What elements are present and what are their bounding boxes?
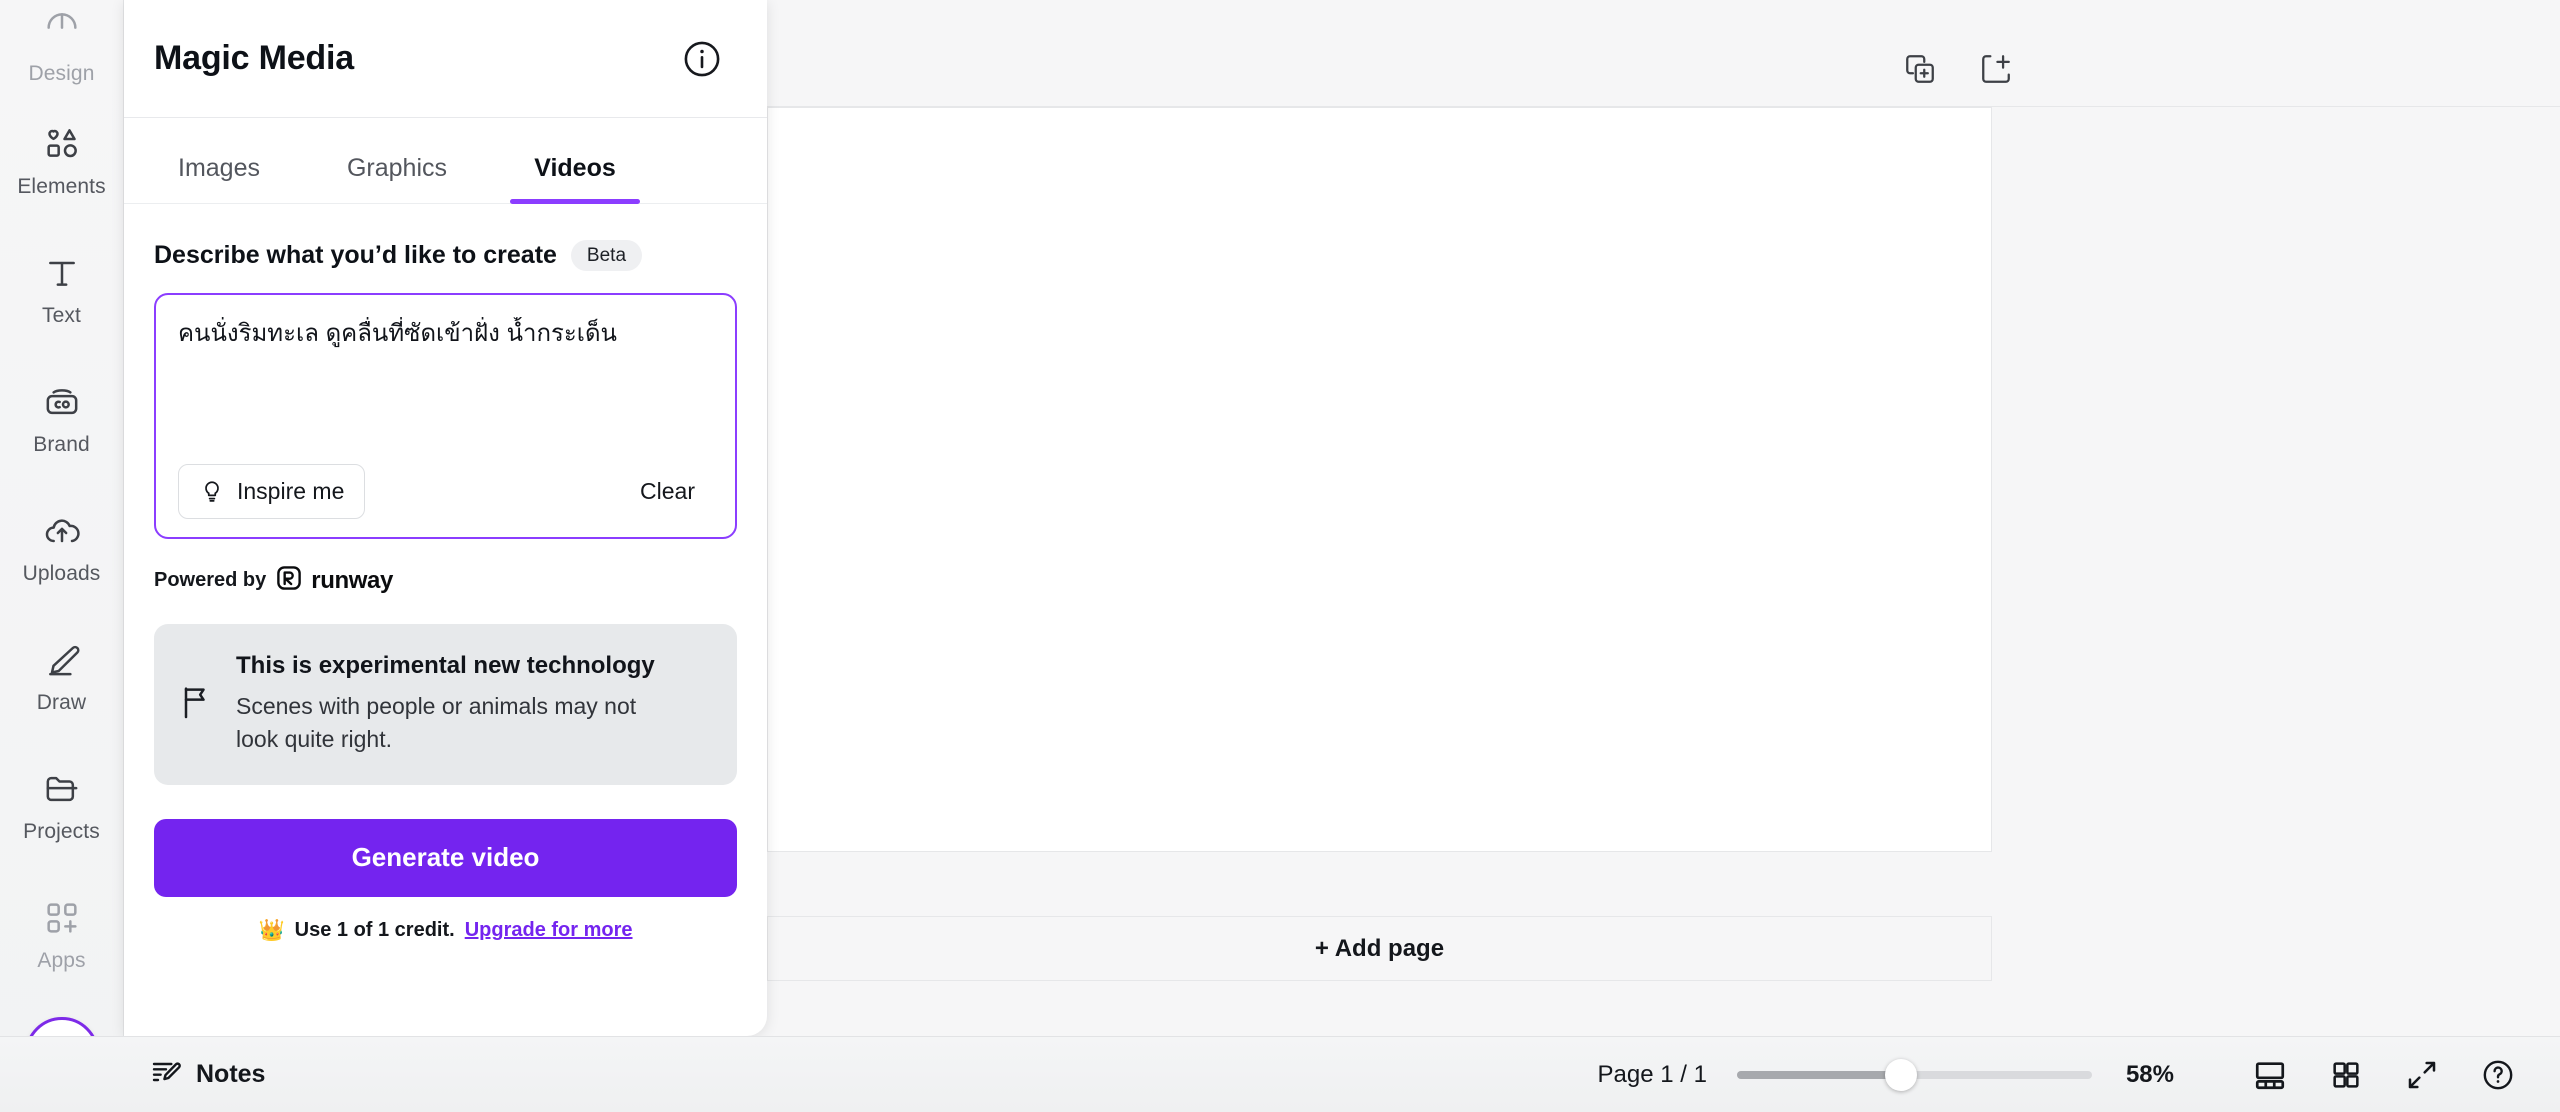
- zoom-slider-fill: [1736, 1070, 1900, 1079]
- sidebar-item-text[interactable]: Text: [0, 225, 124, 354]
- prompt-input[interactable]: [178, 317, 713, 437]
- sidebar-item-label: Brand: [33, 432, 90, 456]
- sidebar-item-label: Design: [28, 62, 95, 85]
- fullscreen-icon[interactable]: [2396, 1049, 2448, 1101]
- page-indicator: Page 1 / 1: [1597, 1060, 1707, 1088]
- sidebar-item-elements[interactable]: Elements: [0, 96, 124, 225]
- magic-media-panel: Magic Media Images Graphics Videos Descr…: [124, 0, 767, 1036]
- sidebar-item-label: Projects: [23, 819, 100, 843]
- notice-title: This is experimental new technology: [236, 652, 655, 679]
- zoom-slider-thumb[interactable]: [1884, 1058, 1917, 1091]
- panel-tabs: Images Graphics Videos: [124, 118, 767, 204]
- projects-icon: [41, 768, 83, 810]
- sidebar-item-label: Draw: [36, 690, 87, 714]
- lightbulb-icon: [199, 477, 225, 506]
- describe-row: Describe what you’d like to create Beta: [154, 240, 737, 271]
- notes-label: Notes: [196, 1060, 266, 1088]
- left-sidebar: Design Elements Text Brand Uploads Draw …: [0, 0, 124, 1112]
- notice-text: This is experimental new technology Scen…: [236, 652, 666, 757]
- panel-body: Describe what you’d like to create Beta …: [124, 204, 767, 1036]
- inspire-me-button[interactable]: Inspire me: [178, 464, 366, 519]
- upgrade-link[interactable]: Upgrade for more: [465, 919, 633, 942]
- sidebar-item-label: Text: [42, 303, 81, 327]
- sidebar-item-apps[interactable]: Apps: [0, 870, 124, 999]
- prompt-box[interactable]: Inspire me Clear: [154, 293, 737, 539]
- tab-images[interactable]: Images: [154, 118, 284, 203]
- beta-badge: Beta: [570, 240, 643, 271]
- page-tools: [1903, 52, 2013, 107]
- sidebar-item-uploads[interactable]: Uploads: [0, 483, 124, 612]
- powered-by-label: Powered by: [154, 569, 267, 591]
- tab-graphics[interactable]: Graphics: [332, 118, 462, 203]
- add-page-icon[interactable]: [1979, 52, 2013, 91]
- add-page-button[interactable]: + Add page: [767, 916, 1992, 981]
- generate-video-button[interactable]: Generate video: [154, 818, 737, 897]
- zoom-slider[interactable]: [1736, 1058, 2092, 1091]
- draw-icon: [41, 639, 83, 681]
- text-icon: [41, 252, 83, 294]
- brand-icon: [41, 381, 83, 423]
- notes-button[interactable]: Notes: [150, 1056, 265, 1093]
- design-canvas-page[interactable]: [767, 107, 1992, 852]
- runway-logo-icon: [276, 565, 302, 596]
- experimental-notice: This is experimental new technology Scen…: [154, 624, 737, 785]
- page-title: Magic Media: [154, 39, 354, 77]
- credit-row: 👑 Use 1 of 1 credit. Upgrade for more: [154, 919, 737, 943]
- sidebar-item-design[interactable]: Design: [0, 0, 124, 96]
- duplicate-page-icon[interactable]: [1903, 52, 1937, 91]
- credit-text: Use 1 of 1 credit.: [294, 919, 455, 942]
- notice-body: Scenes with people or animals may not lo…: [236, 693, 637, 753]
- clear-button[interactable]: Clear: [640, 478, 713, 505]
- add-page-label: + Add page: [1314, 934, 1445, 962]
- flag-icon: [176, 682, 216, 727]
- grid-view-icon[interactable]: [2320, 1049, 2372, 1101]
- powered-by-row: Powered by runway: [154, 565, 737, 596]
- sidebar-item-label: Apps: [37, 948, 86, 972]
- help-icon[interactable]: [2472, 1049, 2524, 1101]
- apps-icon: [41, 897, 83, 939]
- sidebar-item-brand[interactable]: Brand: [0, 354, 124, 483]
- tab-videos[interactable]: Videos: [510, 118, 640, 204]
- sidebar-item-label: Elements: [17, 174, 106, 198]
- inspire-me-label: Inspire me: [237, 478, 345, 504]
- presenter-view-icon[interactable]: [2244, 1049, 2296, 1101]
- notes-pencil-icon: [150, 1056, 182, 1093]
- info-circle-icon[interactable]: [681, 38, 723, 80]
- design-icon: [41, 10, 83, 52]
- canva-editor-window: + Add page Design Elements Text Brand Up…: [0, 0, 2560, 1112]
- sidebar-item-draw[interactable]: Draw: [0, 612, 124, 741]
- crown-icon: 👑: [258, 918, 285, 942]
- prompt-actions: Inspire me Clear: [178, 464, 713, 519]
- uploads-icon: [41, 510, 83, 552]
- bottom-bar: Notes Page 1 / 1 58%: [0, 1036, 2560, 1112]
- elements-icon: [41, 123, 83, 165]
- runway-wordmark: runway: [311, 566, 393, 594]
- describe-label: Describe what you’d like to create: [154, 241, 557, 269]
- runway-brand: runway: [276, 565, 393, 596]
- sidebar-item-label: Uploads: [22, 561, 101, 585]
- bottom-bar-right: Page 1 / 1 58%: [1598, 1049, 2560, 1101]
- sidebar-item-projects[interactable]: Projects: [0, 741, 124, 870]
- zoom-level-label: 58%: [2125, 1060, 2174, 1088]
- panel-header: Magic Media: [124, 0, 767, 118]
